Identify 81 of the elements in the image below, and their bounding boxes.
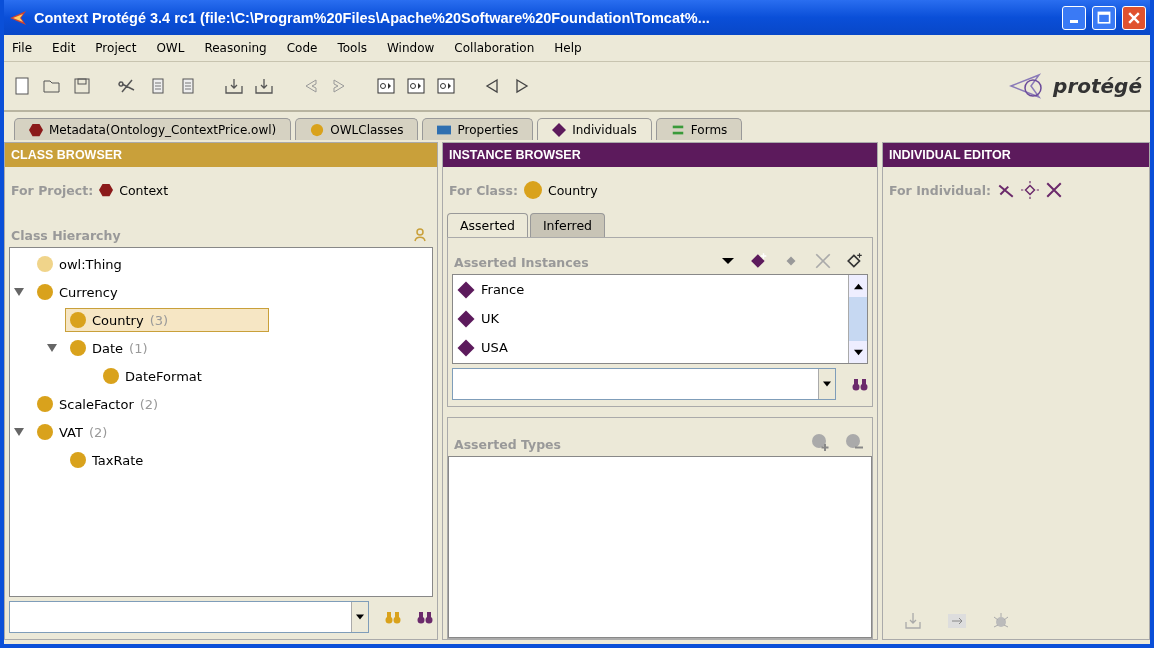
instance-item[interactable]: UK	[453, 304, 848, 333]
instance-icon[interactable]	[436, 76, 456, 96]
query-icon[interactable]	[376, 76, 396, 96]
circle-icon	[103, 368, 119, 384]
tab[interactable]: Forms	[655, 118, 743, 140]
menu-item[interactable]: Reasoning	[204, 41, 267, 55]
expanded-triangle-icon[interactable]	[14, 287, 24, 297]
menu-item[interactable]: Help	[554, 41, 582, 55]
expanded-triangle-icon[interactable]	[47, 343, 57, 353]
section-title: Asserted Types	[454, 437, 561, 452]
class-icon[interactable]	[406, 76, 426, 96]
maximize-icon	[1096, 9, 1112, 26]
minimize-icon	[1070, 20, 1078, 23]
panel-header: INDIVIDUAL EDITOR	[883, 143, 1149, 167]
panel-header: CLASS BROWSER	[5, 143, 437, 167]
tree-item[interactable]: Date (1)	[65, 336, 153, 360]
window-title: Context Protégé 3.4 rc1 (file:\C:\Program%20Files\Apache%20Software%20Foundation\Tomcat%...	[34, 9, 711, 26]
menu-item[interactable]: Window	[387, 41, 435, 55]
new-file-icon[interactable]	[12, 76, 32, 96]
hexagon-icon	[29, 122, 43, 137]
tree-item[interactable]: TaxRate	[65, 448, 149, 472]
diamond-icon[interactable]	[1020, 181, 1039, 199]
instance-item[interactable]: France	[453, 275, 848, 304]
panel-header: INSTANCE BROWSER	[443, 143, 877, 167]
outline-diamond-icon[interactable]	[846, 252, 864, 270]
tab[interactable]: Properties	[422, 118, 534, 140]
close-button[interactable]	[1122, 5, 1146, 30]
delete-icon[interactable]	[1044, 181, 1063, 199]
tab[interactable]: OWLClasses	[295, 118, 419, 140]
tree-item[interactable]: DateFormat	[98, 364, 207, 388]
circle-icon	[310, 122, 325, 137]
scrollbar[interactable]	[848, 275, 867, 363]
dropdown-arrow-icon[interactable]	[823, 380, 831, 388]
circle-icon	[37, 284, 53, 300]
menu-item[interactable]: Project	[95, 41, 137, 55]
menu-item[interactable]: Edit	[52, 41, 76, 55]
tab[interactable]: Individuals	[537, 118, 652, 140]
tab[interactable]: Inferred	[529, 213, 606, 237]
maximize-button[interactable]	[1092, 5, 1116, 30]
diamond-icon	[552, 122, 567, 137]
hexagon-icon	[99, 183, 114, 197]
expanded-triangle-icon[interactable]	[14, 427, 24, 437]
circle-icon	[37, 256, 53, 272]
menu-item[interactable]: File	[12, 41, 33, 55]
logo-text: protégé	[1053, 74, 1142, 98]
menu-item[interactable]: Collaboration	[454, 41, 535, 55]
binoculars-icon[interactable]	[852, 376, 868, 392]
add-diamond-icon[interactable]	[750, 252, 768, 270]
tree-item[interactable]: VAT (2)	[32, 420, 113, 444]
circle-icon	[37, 424, 53, 440]
circle-icon	[523, 181, 542, 199]
menu-item[interactable]: OWL	[156, 41, 185, 55]
save-icon[interactable]	[72, 76, 92, 96]
circle-icon	[70, 452, 86, 468]
tab[interactable]: Metadata(Ontology_ContextPrice.owl)	[14, 118, 292, 140]
tree-item[interactable]: owl:Thing	[32, 252, 127, 276]
for-class-label: For Class:	[449, 182, 518, 198]
scroll-up-icon[interactable]	[853, 281, 863, 291]
tree-item[interactable]: Country (3)	[65, 308, 270, 332]
tab[interactable]: Asserted	[447, 213, 528, 237]
tree-item[interactable]: Currency	[32, 280, 123, 304]
dropdown-arrow-icon[interactable]	[356, 613, 364, 621]
for-individual-label: For Individual:	[889, 182, 991, 198]
add-class-icon[interactable]	[810, 432, 830, 452]
tree-item[interactable]: ScaleFactor (2)	[32, 392, 164, 416]
binoculars-icon[interactable]	[417, 609, 433, 625]
import-icon[interactable]	[224, 76, 244, 96]
circle-icon	[37, 396, 53, 412]
section-title: Class Hierarchy	[11, 228, 121, 243]
circle-icon	[70, 312, 86, 328]
scroll-down-icon[interactable]	[853, 347, 863, 357]
class-name: Country	[547, 182, 598, 198]
menu-item[interactable]: Code	[286, 41, 318, 55]
export-icon[interactable]	[254, 76, 274, 96]
instance-item[interactable]: USA	[453, 333, 848, 362]
minimize-button[interactable]	[1062, 5, 1086, 30]
for-project-label: For Project:	[11, 182, 94, 198]
section-title: Asserted Instances	[454, 255, 589, 270]
menu-item[interactable]: Tools	[337, 41, 367, 55]
circle-icon	[70, 340, 86, 356]
project-name: Context	[119, 182, 169, 198]
